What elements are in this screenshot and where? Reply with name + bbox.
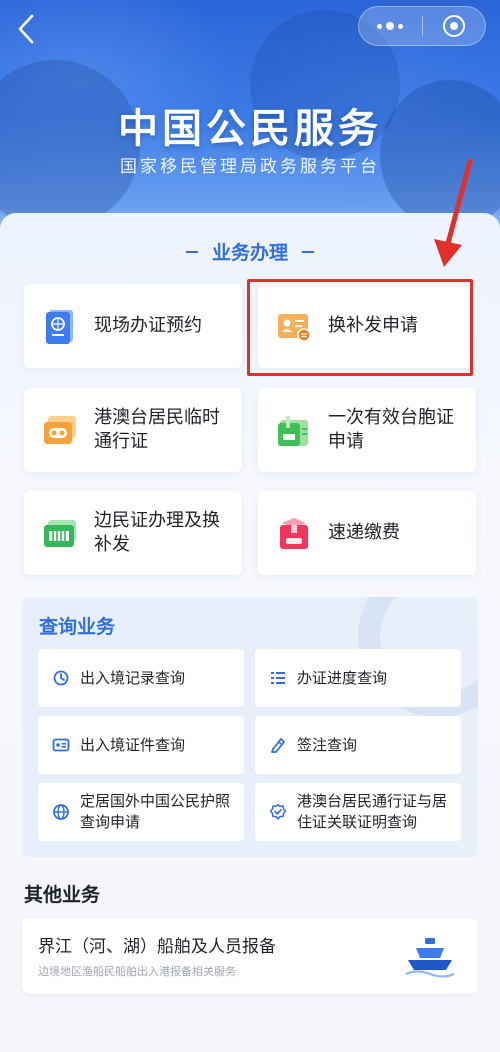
tile-label: 速递缴费 [328,522,400,543]
globe-icon [53,804,69,820]
tile-onsite-appointment[interactable]: 现场办证预约 [24,284,242,368]
other-service-label: 界江（河、湖）船舶及人员报备 [38,937,276,957]
query-item-label: 出入境证件查询 [80,735,186,754]
title-dash [302,250,314,253]
badge-check-icon [269,803,287,820]
query-section-title: 查询业务 [39,616,116,638]
document-card-icon [52,738,70,752]
query-item-overseas-passport[interactable]: 定居国外中国公民护照查询申请 [38,783,244,841]
stamp-icon [271,738,285,753]
border-card-icon [44,520,76,547]
title-dash [185,250,198,253]
history-icon [53,670,69,686]
miniprogram-capsule [358,6,486,46]
tile-border-resident-card[interactable]: 边民证办理及换补发 [24,491,242,575]
back-button[interactable] [12,14,40,44]
tile-one-time-taiwan-permit[interactable]: 一次有效台胞证申请 [258,388,476,472]
query-item-label: 定居国外中国公民护照查询申请 [80,792,231,831]
package-icon [280,518,308,549]
page-title: 中国公民服务 [118,106,382,152]
other-section-title: 其他业务 [24,884,101,906]
chevron-left-icon [18,14,34,44]
tile-express-payment[interactable]: 速递缴费 [258,491,476,575]
query-item-label: 办证进度查询 [297,668,388,687]
passport-icon [46,310,73,344]
ship-icon [405,938,455,978]
pass-card-icon [44,416,76,444]
target-icon [442,15,465,37]
query-item-label: 出入境记录查询 [80,668,186,687]
business-section-label: 业务办理 [211,242,288,264]
more-dots-icon [377,22,404,30]
tile-label: 一次有效台胞证申请 [328,407,454,452]
query-item-label: 签注查询 [297,735,358,754]
more-button[interactable] [359,7,422,45]
other-service-sublabel: 边境地区渔船民船舶出入港报备相关服务 [38,965,236,978]
close-miniprogram-button[interactable] [423,7,486,45]
tile-label: 边民证办理及换补发 [94,510,220,555]
query-item-label: 港澳台居民通行证与居住证关联证明查询 [297,792,448,831]
query-item-permit-residence-link[interactable]: 港澳台居民通行证与居住证关联证明查询 [255,783,461,841]
tile-label: 港澳台居民临时通行证 [94,407,220,452]
tile-hk-macao-taiwan-temp-pass[interactable]: 港澳台居民临时通行证 [24,388,242,472]
query-item-entry-exit-records[interactable]: 出入境记录查询 [38,649,244,707]
query-item-progress[interactable]: 办证进度查询 [255,649,461,707]
tile-label: 现场办证预约 [94,315,202,336]
checklist-icon [271,672,285,684]
query-item-endorsement[interactable]: 签注查询 [255,716,461,774]
query-item-documents[interactable]: 出入境证件查询 [38,716,244,774]
highlight-box [247,279,473,376]
taiwan-permit-icon [278,416,308,446]
arrow-annotation-icon [434,158,473,267]
